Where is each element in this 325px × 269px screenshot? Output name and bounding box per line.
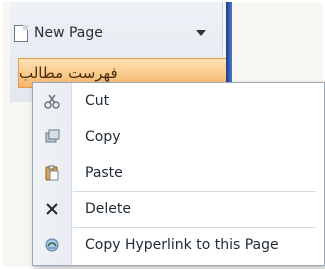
new-page-icon — [14, 24, 28, 42]
new-page-button[interactable]: New Page — [14, 20, 214, 46]
delete-x-icon — [33, 200, 71, 218]
paste-icon — [33, 164, 71, 182]
menu-item-label: Delete — [85, 201, 131, 217]
copy-icon — [33, 128, 71, 146]
new-page-label: New Page — [34, 25, 103, 41]
menu-item-delete[interactable]: Delete — [33, 191, 324, 227]
scissors-icon — [33, 92, 71, 110]
menu-item-copy-hyperlink[interactable]: Copy Hyperlink to this Page — [33, 227, 324, 263]
menu-item-label: Copy Hyperlink to this Page — [85, 237, 279, 253]
menu-item-paste[interactable]: Paste — [33, 155, 324, 191]
menu-item-label: Cut — [85, 93, 110, 109]
hyperlink-icon — [33, 236, 71, 254]
context-menu: Cut Copy Paste Delete Copy Hyperlink to … — [32, 82, 325, 266]
menu-item-copy[interactable]: Copy — [33, 119, 324, 155]
menu-item-cut[interactable]: Cut — [33, 83, 324, 119]
menu-item-label: Paste — [85, 165, 123, 181]
menu-item-label: Copy — [85, 129, 121, 145]
chevron-down-icon[interactable] — [196, 30, 206, 36]
screen-frame: New Page فهرست مطالب Cut Copy Paste Dele… — [2, 2, 325, 267]
